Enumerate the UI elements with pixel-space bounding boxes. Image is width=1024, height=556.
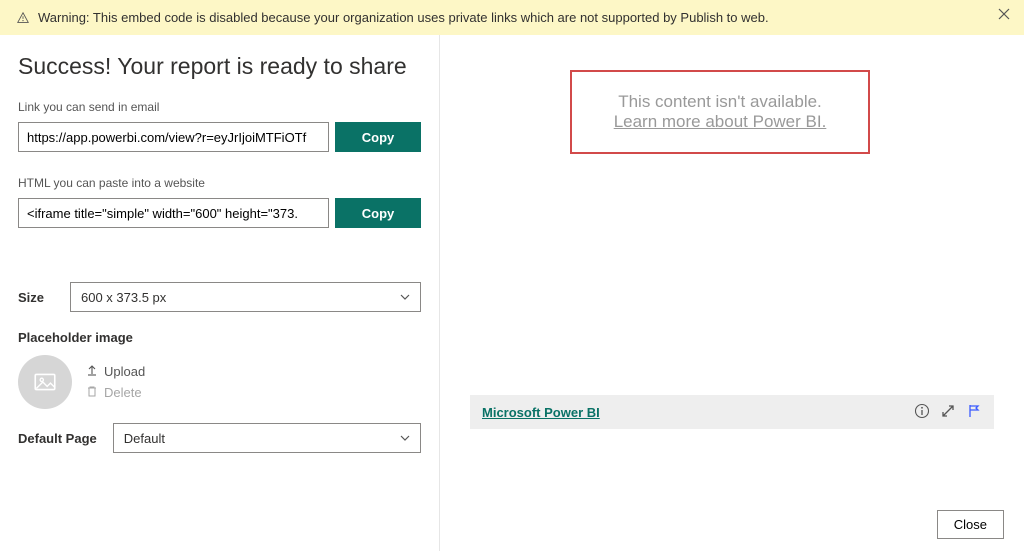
link-input[interactable]: [18, 122, 329, 152]
preview-footer: Microsoft Power BI: [470, 395, 994, 429]
page-title: Success! Your report is ready to share: [18, 53, 421, 80]
upload-icon: [86, 364, 98, 379]
upload-button[interactable]: Upload: [86, 364, 145, 379]
expand-icon[interactable]: [940, 403, 956, 422]
right-panel: This content isn't available. Learn more…: [440, 35, 1024, 551]
size-label: Size: [18, 290, 52, 305]
link-row: Copy: [18, 122, 421, 152]
left-panel: Success! Your report is ready to share L…: [0, 35, 440, 551]
placeholder-avatar: [18, 355, 72, 409]
size-row: Size 600 x 373.5 px: [18, 282, 421, 312]
trash-icon: [86, 385, 98, 400]
preview-unavailable: This content isn't available. Learn more…: [570, 70, 870, 154]
brand-link[interactable]: Microsoft Power BI: [482, 405, 904, 420]
link-label: Link you can send in email: [18, 100, 421, 114]
default-page-row: Default Page Default: [18, 423, 421, 453]
warning-text: Warning: This embed code is disabled bec…: [38, 10, 769, 25]
copy-html-button[interactable]: Copy: [335, 198, 421, 228]
delete-label: Delete: [104, 385, 142, 400]
info-icon[interactable]: [914, 403, 930, 422]
delete-button[interactable]: Delete: [86, 385, 145, 400]
placeholder-row: Upload Delete: [18, 355, 421, 409]
placeholder-label: Placeholder image: [18, 330, 421, 345]
default-page-label: Default Page: [18, 431, 97, 446]
chevron-down-icon: [400, 290, 410, 305]
close-icon[interactable]: [996, 6, 1014, 24]
default-page-value: Default: [124, 431, 165, 446]
chevron-down-icon: [400, 431, 410, 446]
html-label: HTML you can paste into a website: [18, 176, 421, 190]
copy-link-button[interactable]: Copy: [335, 122, 421, 152]
warning-banner: Warning: This embed code is disabled bec…: [0, 0, 1024, 35]
size-select[interactable]: 600 x 373.5 px: [70, 282, 421, 312]
flag-icon[interactable]: [966, 403, 982, 422]
preview-learn-more-link[interactable]: Learn more about Power BI.: [614, 112, 827, 132]
html-input[interactable]: [18, 198, 329, 228]
dialog-footer: Close: [937, 510, 1004, 539]
preview-line1: This content isn't available.: [618, 92, 822, 112]
size-value: 600 x 373.5 px: [81, 290, 166, 305]
upload-label: Upload: [104, 364, 145, 379]
html-row: Copy: [18, 198, 421, 228]
dialog-content: Success! Your report is ready to share L…: [0, 35, 1024, 551]
warning-icon: [16, 11, 30, 25]
default-page-select[interactable]: Default: [113, 423, 421, 453]
close-button[interactable]: Close: [937, 510, 1004, 539]
